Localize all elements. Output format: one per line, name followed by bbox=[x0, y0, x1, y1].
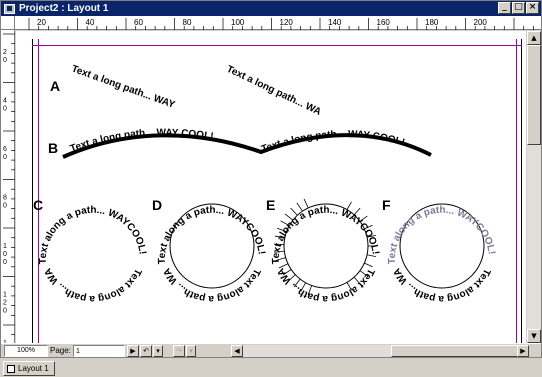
page-input[interactable]: 1 bbox=[73, 345, 125, 357]
minimize-button[interactable]: _ bbox=[498, 2, 511, 14]
window-taskbar: Layout 1 bbox=[0, 357, 542, 377]
vertical-ruler[interactable]: 20406080100120140 bbox=[1, 16, 15, 363]
row-b-letter: B bbox=[48, 140, 58, 156]
ruler-label: 1 bbox=[3, 292, 7, 299]
ruler-label: 2 bbox=[3, 49, 7, 56]
page-value: 1 bbox=[76, 348, 80, 355]
text-on-path-artwork: A Text a long path... WAY COOL! Text a l… bbox=[16, 31, 497, 304]
ruler-label: 0 bbox=[3, 154, 7, 161]
vertical-scroll-thumb[interactable] bbox=[527, 45, 541, 145]
ruler-label: 8 bbox=[3, 195, 7, 202]
scroll-left-button[interactable]: ◀ bbox=[231, 345, 243, 357]
redo-view-icon[interactable]: ↷ bbox=[173, 345, 185, 357]
undo-dropdown-icon[interactable]: ▾ bbox=[153, 345, 163, 357]
row-b-path-text-1[interactable]: Text a long path... WAY COOL! bbox=[69, 127, 214, 154]
vertical-scrollbar[interactable]: ▲ ▼ bbox=[527, 31, 541, 343]
row-a-letter: A bbox=[50, 78, 60, 94]
ruler-label: 0 bbox=[3, 251, 7, 258]
ruler-label: 200 bbox=[474, 18, 488, 27]
ruler-label: 0 bbox=[3, 203, 7, 210]
circle-letter: E bbox=[266, 197, 275, 213]
layout-tab-label: Layout 1 bbox=[18, 364, 49, 373]
row-a-path-text-1[interactable]: Text a long path... WAY COOL! bbox=[16, 31, 179, 112]
layout-icon bbox=[7, 364, 15, 373]
window-title: Project2 : Layout 1 bbox=[19, 3, 109, 14]
vertical-ruler-ticks: 20406080100120140 bbox=[3, 33, 15, 363]
app-icon bbox=[4, 3, 15, 14]
ruler-label: 60 bbox=[134, 18, 143, 27]
ruler-label: 0 bbox=[3, 57, 7, 64]
redo-dropdown-icon[interactable]: ▾ bbox=[186, 345, 196, 357]
ruler-label: 140 bbox=[328, 18, 342, 27]
maximize-button[interactable]: □ bbox=[512, 2, 525, 14]
ruler-origin[interactable] bbox=[1, 16, 15, 30]
ruler-label: 180 bbox=[425, 18, 439, 27]
circle-top-text[interactable]: Text along a path... WAYCOOL! bbox=[157, 205, 267, 265]
ruler-label: 0 bbox=[3, 106, 7, 113]
undo-view-icon[interactable]: ↶ bbox=[140, 345, 152, 357]
horizontal-scroll-thumb[interactable] bbox=[391, 345, 521, 357]
title-bar: Project2 : Layout 1 _ □ × bbox=[1, 1, 541, 16]
horizontal-scrollbar[interactable]: ◀ ▶ bbox=[231, 345, 529, 357]
ruler-label: 4 bbox=[3, 98, 7, 105]
circle-top-text[interactable]: Text along a path... WAYCOOL! bbox=[38, 205, 148, 265]
layout-tab-button[interactable]: Layout 1 bbox=[3, 361, 55, 376]
window-controls: _ □ × bbox=[498, 2, 539, 14]
circle-top-text[interactable]: Text along a path... WAYCOOL! bbox=[387, 205, 497, 265]
page-label: Page: bbox=[50, 346, 71, 355]
horizontal-ruler-ticks: 20 40 60 80 100 120 140 160 180 200 bbox=[28, 18, 534, 30]
ruler-label: 2 bbox=[3, 300, 7, 307]
ruler-label: 0 bbox=[3, 308, 7, 315]
horizontal-ruler[interactable]: 20 40 60 80 100 120 140 160 180 200 bbox=[15, 16, 541, 30]
radial-tick bbox=[364, 262, 373, 268]
ruler-label: 1 bbox=[3, 243, 7, 250]
ruler-label: 100 bbox=[231, 18, 245, 27]
next-page-button[interactable]: ▶ bbox=[127, 345, 139, 357]
radial-tick bbox=[346, 201, 352, 210]
zoom-field[interactable]: 100% bbox=[4, 345, 48, 357]
scroll-up-button[interactable]: ▲ bbox=[527, 31, 541, 45]
close-button[interactable]: × bbox=[526, 2, 539, 14]
ruler-label: 40 bbox=[86, 18, 95, 27]
ruler-label: 20 bbox=[37, 18, 46, 27]
ruler-label: 160 bbox=[377, 18, 391, 27]
scroll-right-button[interactable]: ▶ bbox=[517, 345, 529, 357]
row-b-path-text-2[interactable]: Text a long path... WAY COOL! bbox=[260, 129, 406, 155]
radial-tick bbox=[278, 263, 289, 269]
ruler-label: 80 bbox=[183, 18, 192, 27]
status-bar: 100% Page: 1 ▶ ↶ ▾ ↷ ▾ ◀ ▶ bbox=[1, 343, 541, 357]
circle-letter: D bbox=[152, 197, 162, 213]
layout-canvas[interactable]: A Text a long path... WAY COOL! Text a l… bbox=[16, 31, 526, 349]
radial-tick bbox=[296, 202, 303, 212]
circle-letter: F bbox=[382, 197, 391, 213]
circle-bottom-text[interactable]: Text along a path... WAY bbox=[16, 31, 262, 304]
ruler-label: 0 bbox=[3, 259, 7, 266]
ruler-label: 6 bbox=[3, 146, 7, 153]
scroll-down-button[interactable]: ▼ bbox=[527, 329, 541, 343]
circle-letter: C bbox=[33, 197, 43, 213]
ruler-label: 120 bbox=[280, 18, 294, 27]
circle-top-text[interactable]: Text along a path... WAYCOOL! bbox=[271, 205, 381, 265]
radial-tick bbox=[303, 198, 309, 209]
app-window: Project2 : Layout 1 _ □ × 20 40 60 80 100 120… bbox=[0, 0, 542, 363]
circle-bottom-text[interactable]: Text along a path... WAY bbox=[16, 31, 376, 304]
